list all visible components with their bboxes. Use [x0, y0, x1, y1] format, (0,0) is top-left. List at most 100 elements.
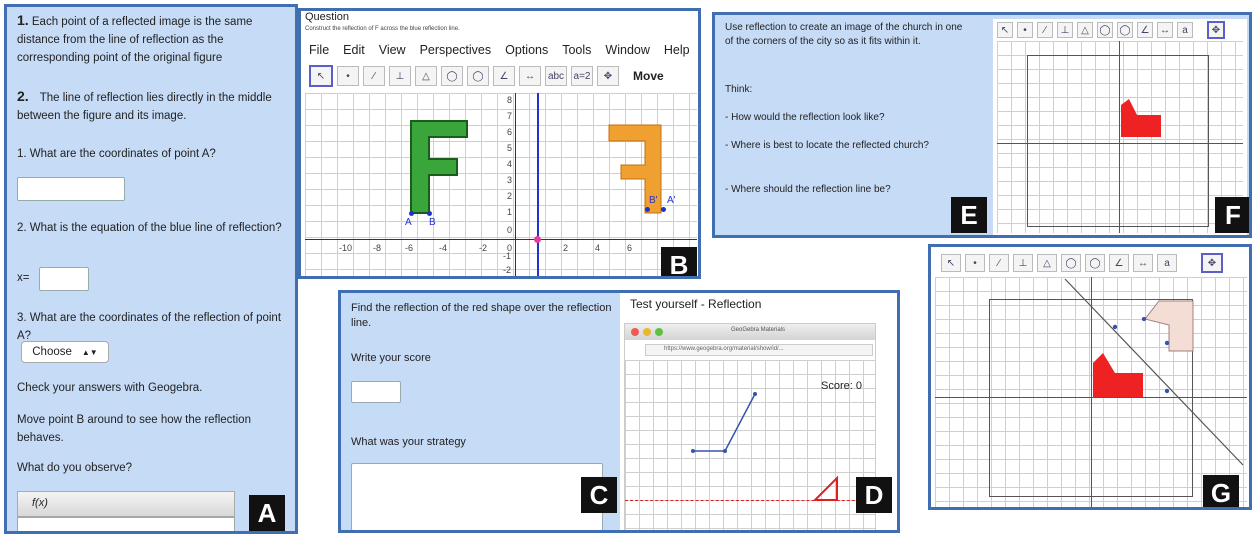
angle-tool-icon[interactable]: ∠	[1109, 254, 1129, 272]
circle-3pt-tool-icon[interactable]: ◯	[467, 66, 489, 86]
y-tick: 2	[507, 191, 513, 201]
slider-tool-icon[interactable]: a	[1157, 254, 1177, 272]
line-tool-icon[interactable]: ∕	[363, 66, 385, 86]
perpendicular-tool-icon[interactable]: ⊥	[389, 66, 411, 86]
move-tool-icon[interactable]: ↖	[309, 65, 333, 87]
formula-toolbar: f(x)	[17, 491, 235, 517]
question-1: 1. What are the coordinates of point A?	[17, 148, 216, 160]
menu-edit[interactable]: Edit	[343, 43, 365, 57]
strategy-label: What was your strategy	[351, 436, 466, 448]
menu-options[interactable]: Options	[505, 43, 548, 57]
perpendicular-tool-icon[interactable]: ⊥	[1013, 254, 1033, 272]
point-tool-icon[interactable]: •	[337, 66, 359, 86]
think-q1: - How would the reflection look like?	[725, 112, 885, 123]
url-bar[interactable]: https://www.geogebra.org/material/show/i…	[645, 344, 873, 356]
red-triangle[interactable]	[811, 474, 841, 502]
label-b: B	[661, 247, 697, 276]
circle-3pt-tool-icon[interactable]: ◯	[1085, 254, 1105, 272]
y-tick: 6	[507, 127, 513, 137]
angle-tool-icon[interactable]: ∠	[1137, 22, 1153, 38]
x-axis-f	[997, 143, 1243, 144]
point-b-prime-dot[interactable]	[645, 207, 650, 212]
slider-tool-icon[interactable]: a=2	[571, 66, 593, 86]
score-input[interactable]	[351, 381, 401, 403]
rule-2-text: The line of reflection lies directly in …	[17, 92, 272, 122]
question-3: 3. What are the coordinates of the refle…	[17, 312, 282, 342]
move-view-tool-icon[interactable]: ✥	[597, 66, 619, 86]
point-b-dot[interactable]	[427, 211, 432, 216]
move-tool-icon[interactable]: ↖	[997, 22, 1013, 38]
menu-help[interactable]: Help	[664, 43, 690, 57]
observe-text: What do you observe?	[17, 462, 133, 474]
x-tick: 4	[595, 243, 601, 253]
point-a-label: A	[405, 217, 412, 228]
minimize-window-icon[interactable]	[643, 328, 651, 336]
panel-b-geogebra: Question Construct the reflection of F a…	[298, 8, 701, 279]
label-c: C	[581, 477, 617, 513]
point-a-prime-dot[interactable]	[661, 207, 666, 212]
city-boundary[interactable]	[1027, 55, 1209, 227]
line-tool-icon[interactable]: ∕	[1037, 22, 1053, 38]
point-a-dot[interactable]	[409, 211, 414, 216]
reflect-tool-icon[interactable]: ↔	[519, 66, 541, 86]
question-2: 2. What is the equation of the blue line…	[17, 222, 282, 234]
choose-dropdown[interactable]: Choose ▲▼	[21, 341, 109, 363]
segment-shape[interactable]	[685, 384, 765, 454]
label-g: G	[1203, 475, 1239, 507]
y-tick: -2	[503, 265, 512, 275]
reflect-tool-icon[interactable]: ↔	[1133, 254, 1153, 272]
point-tool-icon[interactable]: •	[965, 254, 985, 272]
panel-f-applet: ↖ • ∕ ⊥ △ ◯ ◯ ∠ ↔ a ✥	[993, 19, 1247, 235]
reflect-tool-icon[interactable]: ↔	[1157, 22, 1173, 38]
point-a-input[interactable]	[17, 177, 125, 201]
equation-prefix: x=	[17, 272, 30, 284]
reflection-line-point[interactable]	[534, 236, 541, 243]
check-text: Check your answers with Geogebra.	[17, 382, 203, 394]
angle-tool-icon[interactable]: ∠	[493, 66, 515, 86]
circle-tool-icon[interactable]: ◯	[441, 66, 463, 86]
close-window-icon[interactable]	[631, 328, 639, 336]
score-text: Score: 0	[821, 380, 862, 392]
menu-view[interactable]: View	[379, 43, 406, 57]
y-tick: 8	[507, 95, 513, 105]
maximize-window-icon[interactable]	[655, 328, 663, 336]
fx-icon[interactable]: f(x)	[32, 497, 48, 509]
move-tool-icon[interactable]: ↖	[941, 254, 961, 272]
think-label: Think:	[725, 84, 753, 95]
browser-titlebar: GeoGebra Materials	[625, 324, 875, 340]
point-a-prime-label: A'	[667, 195, 676, 206]
dashed-reflection-line[interactable]	[625, 500, 875, 501]
tool-bar: ↖ • ∕ ⊥ △ ◯ ◯ ∠ ↔ abc a=2 ✥ Move	[309, 65, 664, 87]
label-e: E	[951, 197, 987, 233]
reflection-line[interactable]	[537, 93, 539, 276]
x-tick: -8	[373, 243, 382, 253]
observe-input[interactable]	[17, 517, 235, 531]
circle-tool-icon[interactable]: ◯	[1097, 22, 1113, 38]
label-d: D	[856, 477, 892, 513]
point-tool-icon[interactable]: •	[1017, 22, 1033, 38]
move-view-tool-icon[interactable]: ✥	[1207, 21, 1225, 39]
perpendicular-tool-icon[interactable]: ⊥	[1057, 22, 1073, 38]
equation-input[interactable]	[39, 267, 89, 291]
polygon-tool-icon[interactable]: △	[1077, 22, 1093, 38]
menu-window[interactable]: Window	[605, 43, 649, 57]
polygon-tool-icon[interactable]: △	[415, 66, 437, 86]
menu-perspectives[interactable]: Perspectives	[420, 43, 492, 57]
text-tool-icon[interactable]: abc	[545, 66, 567, 86]
slider-tool-icon[interactable]: a	[1177, 22, 1193, 38]
y-tick: 4	[507, 159, 513, 169]
menu-tools[interactable]: Tools	[562, 43, 591, 57]
move-view-tool-icon[interactable]: ✥	[1201, 253, 1223, 273]
church-shape[interactable]	[1119, 97, 1163, 141]
construction-points[interactable]	[1111, 317, 1191, 397]
applet-toolbar-g: ↖ • ∕ ⊥ △ ◯ ◯ ∠ ↔ a ✥	[941, 253, 1223, 273]
circle-tool-icon[interactable]: ◯	[1061, 254, 1081, 272]
choose-label: Choose	[32, 346, 72, 358]
figure-f-green[interactable]	[401, 119, 471, 219]
menu-file[interactable]: File	[309, 43, 329, 57]
polygon-tool-icon[interactable]: △	[1037, 254, 1057, 272]
circle-3pt-tool-icon[interactable]: ◯	[1117, 22, 1133, 38]
line-tool-icon[interactable]: ∕	[989, 254, 1009, 272]
strategy-textarea[interactable]	[351, 463, 603, 530]
x-tick: -2	[479, 243, 488, 253]
